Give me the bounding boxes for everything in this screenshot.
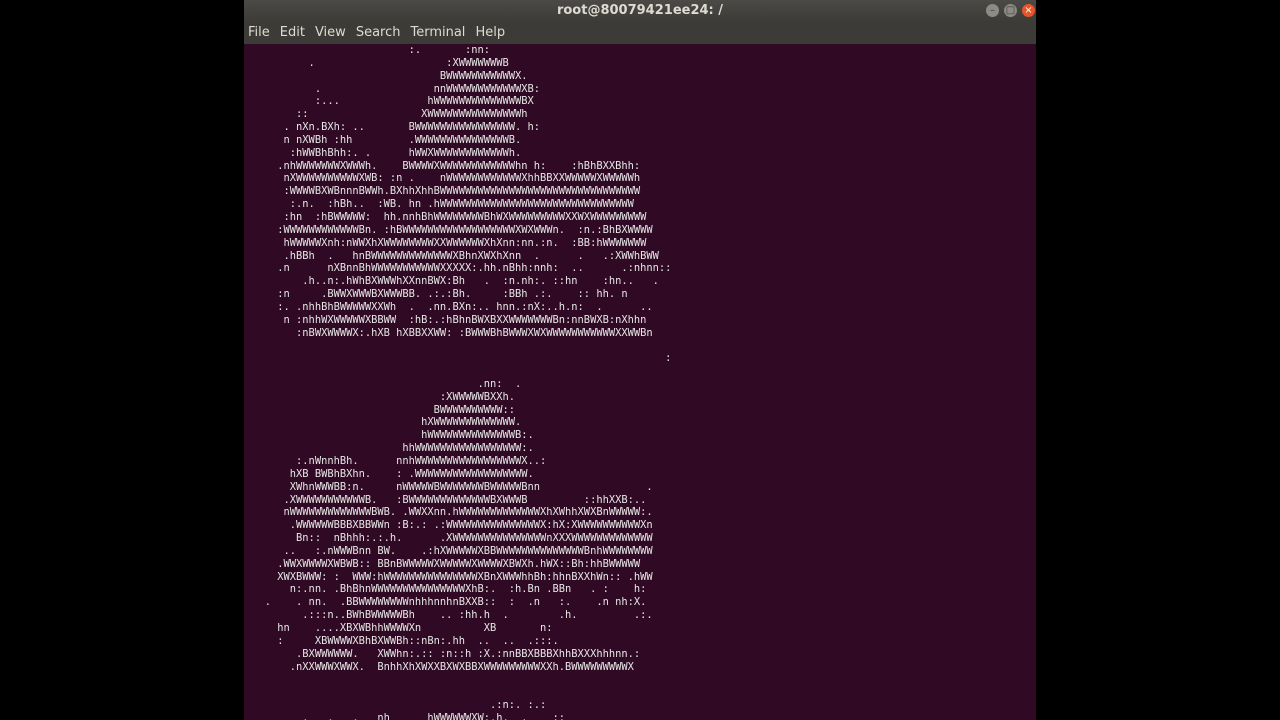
terminal-window: root@80079421ee24: / – □ × File Edit View S… — [244, 0, 1036, 720]
window-title: root@80079421ee24: / — [556, 3, 724, 18]
menu-edit[interactable]: Edit — [275, 22, 310, 44]
menu-view[interactable]: View — [310, 22, 351, 44]
terminal-area[interactable]: :. :nn: . :XWWWWWWWB BWWWWWWWWWWWX. . nn… — [244, 44, 1036, 720]
menu-terminal[interactable]: Terminal — [405, 22, 470, 44]
minimize-icon[interactable]: – — [986, 4, 999, 17]
terminal-output: :. :nn: . :XWWWWWWWB BWWWWWWWWWWWX. . nn… — [264, 44, 672, 720]
menu-help[interactable]: Help — [470, 22, 510, 44]
menu-bar: File Edit View Search Terminal Help — [244, 22, 1036, 44]
menu-search[interactable]: Search — [351, 22, 406, 44]
maximize-icon[interactable]: □ — [1004, 4, 1017, 17]
menu-file[interactable]: File — [244, 22, 275, 44]
title-bar[interactable]: root@80079421ee24: / – □ × — [244, 0, 1036, 23]
close-icon[interactable]: × — [1022, 4, 1035, 17]
